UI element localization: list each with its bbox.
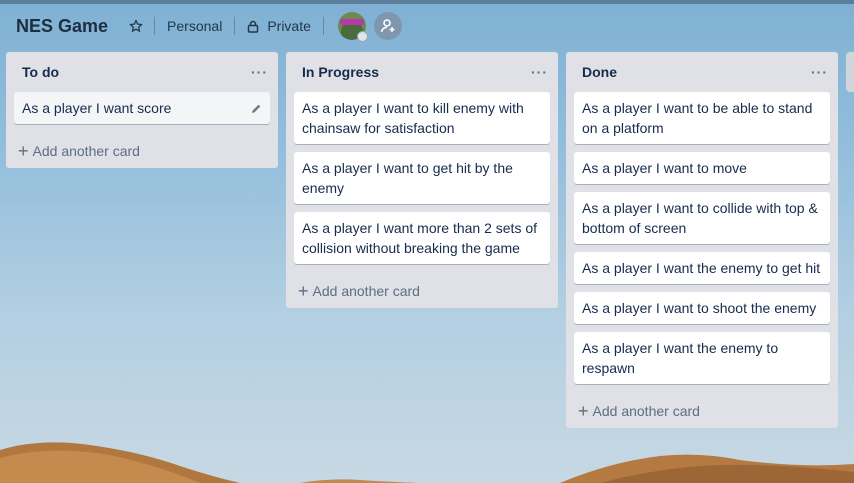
add-card-button[interactable]: + Add another card [286,272,558,310]
list-menu-button[interactable]: ··· [531,64,548,80]
avatar-mask [339,19,364,25]
add-card-button[interactable]: + Add another card [6,132,278,170]
add-member-icon [380,19,395,33]
header-divider [322,17,324,35]
card-title: As a player I want to shoot the enemy [582,300,817,316]
list-in-progress: In Progress ··· As a player I want to ki… [286,52,558,308]
member-avatar[interactable] [337,12,368,42]
plus-icon: + [18,141,29,161]
list-todo: To do ··· As a player I want score + Add… [6,52,278,168]
invite-button[interactable] [373,12,402,40]
lock-icon [247,20,259,33]
card-title: As a player I want to collide with top &… [582,200,818,236]
card-title: As a player I want to be able to stand o… [582,100,813,136]
card[interactable]: As a player I want to move [574,152,830,184]
visibility-button[interactable]: Private [241,10,317,42]
list-header: To do ··· [6,52,278,92]
card[interactable]: As a player I want more than 2 sets of c… [294,212,550,264]
header-divider [154,17,156,35]
card[interactable]: As a player I want to kill enemy with ch… [294,92,550,144]
card[interactable]: As a player I want to get hit by the ene… [294,152,550,204]
list-title[interactable]: Done [582,64,617,80]
star-button[interactable] [124,10,148,42]
card-title: As a player I want the enemy to get hit [582,260,821,276]
card-title: As a player I want more than 2 sets of c… [302,220,538,256]
list-title[interactable]: In Progress [302,64,379,80]
card[interactable]: As a player I want to collide with top &… [574,192,830,244]
card-title: As a player I want to get hit by the ene… [302,160,513,196]
list-menu-button[interactable]: ··· [811,64,828,80]
card-title: As a player I want the enemy to respawn [582,340,779,376]
horizontal-scrollbar-thumb[interactable] [846,52,854,92]
board-header: NES Game Personal Private [0,4,854,48]
add-card-label: Add another card [592,403,700,419]
add-card-label: Add another card [312,283,420,299]
list-menu-button[interactable]: ··· [251,64,268,80]
card-title: As a player I want to move [582,160,747,176]
list-header: Done ··· [566,52,838,92]
card[interactable]: As a player I want to shoot the enemy [574,292,830,324]
visibility-label: Private [267,18,311,34]
list-title[interactable]: To do [22,64,59,80]
admin-badge-icon [356,31,368,42]
plus-icon: + [578,401,589,421]
list-header: In Progress ··· [286,52,558,92]
card-title: As a player I want score [22,100,172,116]
add-card-label: Add another card [32,143,140,159]
board-title[interactable]: NES Game [16,16,108,37]
list-done: Done ··· As a player I want to be able t… [566,52,838,428]
card[interactable]: As a player I want the enemy to get hit [574,252,830,284]
header-divider [234,17,236,35]
card-title: As a player I want to kill enemy with ch… [302,100,524,136]
plus-icon: + [298,281,309,301]
pencil-icon[interactable] [250,100,262,120]
add-card-button[interactable]: + Add another card [566,392,838,430]
star-icon [129,19,143,32]
team-button[interactable]: Personal [161,10,228,42]
card[interactable]: As a player I want score [14,92,270,124]
card[interactable]: As a player I want the enemy to respawn [574,332,830,384]
card[interactable]: As a player I want to be able to stand o… [574,92,830,144]
